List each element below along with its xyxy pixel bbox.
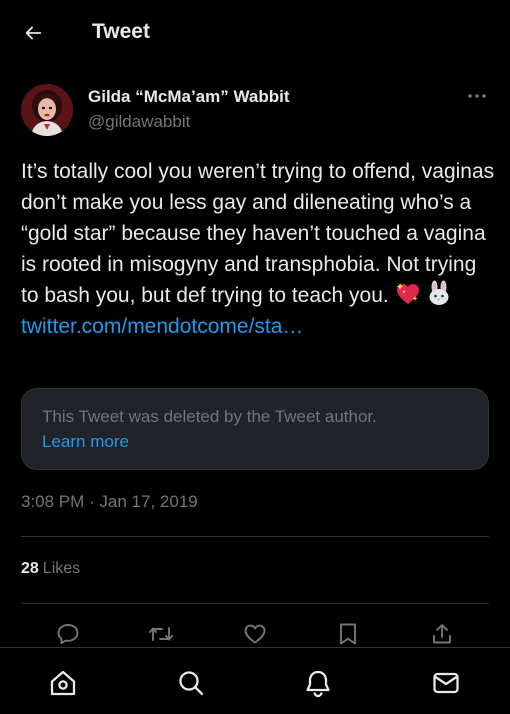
learn-more-link[interactable]: Learn more [42,429,129,455]
deleted-notice: This Tweet was deleted by the Tweet auth… [42,407,377,426]
author-name[interactable]: Gilda “McMa’am” Wabbit [88,87,290,107]
tweet-link[interactable]: twitter.com/mendotcome/sta… [21,315,303,338]
deleted-quote-card: This Tweet was deleted by the Tweet auth… [21,388,489,470]
bookmark-icon [337,622,359,646]
author-handle[interactable]: @gildawabbit [88,112,190,132]
notifications-icon [303,668,333,698]
divider [21,603,489,604]
like-icon [243,622,267,646]
like-button[interactable] [240,620,270,648]
nav-home[interactable] [46,666,80,700]
reply-icon [56,622,80,646]
tweet-text: It’s totally cool you weren’t trying to … [21,156,496,342]
nav-search[interactable] [174,666,208,700]
retweet-button[interactable] [146,620,176,648]
search-icon [176,668,206,698]
back-button[interactable] [14,14,52,52]
nav-notifications[interactable] [301,666,335,700]
home-icon [48,668,78,698]
arrow-left-icon [22,22,44,44]
top-bar: Tweet [0,0,510,66]
nav-messages[interactable] [429,666,463,700]
share-button[interactable] [427,620,457,648]
more-options-button[interactable] [462,84,492,108]
tweet-body: It’s totally cool you weren’t trying to … [21,160,495,307]
rabbit-face-icon [426,280,452,306]
divider [21,536,489,537]
more-dots-icon [467,93,487,99]
page-title: Tweet [92,20,150,43]
bookmark-button[interactable] [333,620,363,648]
reply-button[interactable] [53,620,83,648]
avatar[interactable] [21,84,73,136]
messages-icon [431,668,461,698]
likes-stat[interactable]: 28 Likes [21,560,80,578]
tweet-page: Tweet Gilda “McMa’am” Wabbit @gildawabbi… [0,0,510,714]
likes-count: 28 [21,560,39,577]
likes-label: Likes [42,560,81,577]
bottom-nav [0,647,510,714]
sparkling-heart-icon [395,282,421,306]
share-icon [430,622,454,646]
tweet-timestamp[interactable]: 3:08 PM · Jan 17, 2019 [21,492,198,512]
retweet-icon [148,622,174,646]
